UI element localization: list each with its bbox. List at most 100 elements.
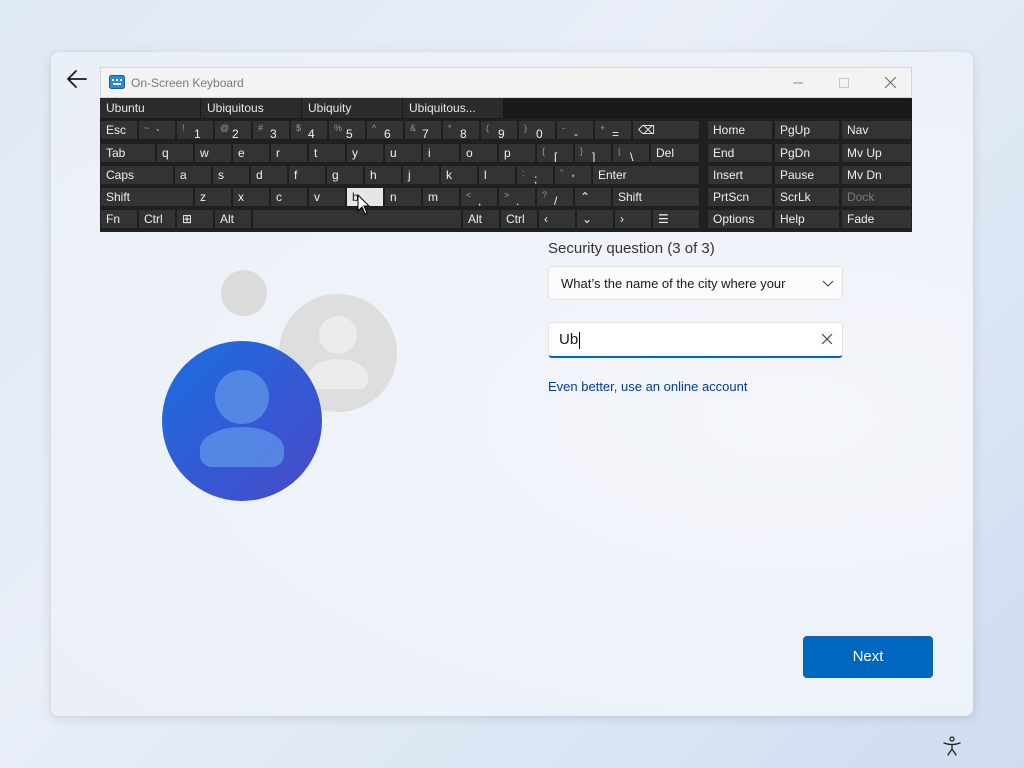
key[interactable]: (9 bbox=[480, 120, 518, 140]
nav-key[interactable]: ScrLk bbox=[774, 187, 840, 207]
nav-key[interactable]: PgDn bbox=[774, 143, 840, 163]
key[interactable]: t bbox=[308, 143, 346, 163]
key[interactable]: z bbox=[194, 187, 232, 207]
key[interactable]: Tab bbox=[100, 143, 156, 163]
key[interactable]: | \ bbox=[612, 143, 650, 163]
key[interactable]: ~ ` bbox=[138, 120, 176, 140]
key-label: ` bbox=[156, 127, 160, 140]
key[interactable]: ‹ bbox=[538, 209, 576, 229]
key[interactable]: Del bbox=[650, 143, 700, 163]
key[interactable]: i bbox=[422, 143, 460, 163]
key[interactable]: ? / bbox=[536, 187, 574, 207]
key[interactable]: :; bbox=[516, 165, 554, 185]
close-button[interactable] bbox=[867, 68, 913, 97]
prediction-4[interactable]: Ubiquitous... bbox=[403, 98, 503, 118]
key[interactable]: ) 0 bbox=[518, 120, 556, 140]
key[interactable]: Enter bbox=[592, 165, 700, 185]
key[interactable]: Alt bbox=[462, 209, 500, 229]
key[interactable]: w bbox=[194, 143, 232, 163]
key[interactable]: s bbox=[212, 165, 250, 185]
nav-key[interactable]: End bbox=[707, 143, 773, 163]
key[interactable]: o bbox=[460, 143, 498, 163]
key[interactable]: ⌫ bbox=[632, 120, 700, 140]
key[interactable]: ⌄ bbox=[576, 209, 614, 229]
key[interactable]: m bbox=[422, 187, 460, 207]
key[interactable]: Shift bbox=[612, 187, 700, 207]
key[interactable]: ⊞ bbox=[176, 209, 214, 229]
key[interactable]: * 8 bbox=[442, 120, 480, 140]
nav-key[interactable]: Pause bbox=[774, 165, 840, 185]
key-label: 6 bbox=[384, 127, 391, 140]
key[interactable]: Fn bbox=[100, 209, 138, 229]
key[interactable]: p bbox=[498, 143, 536, 163]
key[interactable]: n bbox=[384, 187, 422, 207]
nav-key[interactable]: PrtScn bbox=[707, 187, 773, 207]
key[interactable]: & 7 bbox=[404, 120, 442, 140]
nav-key[interactable]: Fade bbox=[841, 209, 912, 229]
key[interactable]: + = bbox=[594, 120, 632, 140]
key[interactable]: q bbox=[156, 143, 194, 163]
key[interactable]: <, bbox=[460, 187, 498, 207]
key[interactable]: % 5 bbox=[328, 120, 366, 140]
key[interactable]: ! 1 bbox=[176, 120, 214, 140]
prediction-3[interactable]: Ubiquity bbox=[302, 98, 402, 118]
key[interactable]: e bbox=[232, 143, 270, 163]
key[interactable]: ⌃ bbox=[574, 187, 612, 207]
key[interactable]: l bbox=[478, 165, 516, 185]
accessibility-icon[interactable] bbox=[941, 735, 963, 757]
nav-key[interactable]: Dock bbox=[841, 187, 912, 207]
key[interactable]: u bbox=[384, 143, 422, 163]
key[interactable]: >. bbox=[498, 187, 536, 207]
minimize-button[interactable] bbox=[775, 68, 821, 97]
key[interactable]: ☰ bbox=[652, 209, 700, 229]
nav-key[interactable]: Help bbox=[774, 209, 840, 229]
osk-titlebar[interactable]: On-Screen Keyboard bbox=[100, 67, 912, 98]
key[interactable]: Esc bbox=[100, 120, 138, 140]
prediction-2[interactable]: Ubiquitous bbox=[201, 98, 301, 118]
key[interactable]: r bbox=[270, 143, 308, 163]
nav-key[interactable]: Home bbox=[707, 120, 773, 140]
key[interactable]: Alt bbox=[214, 209, 252, 229]
nav-key[interactable]: Mv Up bbox=[841, 143, 912, 163]
key[interactable]: {[ bbox=[536, 143, 574, 163]
key[interactable]: @2 bbox=[214, 120, 252, 140]
key-shift-label: ~ bbox=[144, 123, 150, 133]
key[interactable]: #3 bbox=[252, 120, 290, 140]
key[interactable]: d bbox=[250, 165, 288, 185]
nav-key[interactable]: Insert bbox=[707, 165, 773, 185]
maximize-button[interactable] bbox=[821, 68, 867, 97]
nav-key[interactable]: Options bbox=[707, 209, 773, 229]
next-button[interactable]: Next bbox=[803, 636, 933, 678]
key[interactable]: j bbox=[402, 165, 440, 185]
key[interactable]: Ctrl bbox=[138, 209, 176, 229]
key[interactable]: ^ 6 bbox=[366, 120, 404, 140]
clear-icon[interactable] bbox=[820, 332, 834, 346]
key[interactable]: }] bbox=[574, 143, 612, 163]
key[interactable]: Shift bbox=[100, 187, 194, 207]
security-answer-input[interactable]: Ub bbox=[548, 322, 843, 358]
key[interactable]: c bbox=[270, 187, 308, 207]
online-account-link[interactable]: Even better, use an online account bbox=[548, 379, 747, 394]
key-label: 9 bbox=[498, 127, 505, 140]
key[interactable]: " ' bbox=[554, 165, 592, 185]
prediction-1[interactable]: Ubuntu bbox=[100, 98, 200, 118]
nav-key[interactable]: PgUp bbox=[774, 120, 840, 140]
nav-key[interactable]: Nav bbox=[841, 120, 912, 140]
key[interactable]: $4 bbox=[290, 120, 328, 140]
key[interactable]: › bbox=[614, 209, 652, 229]
key[interactable]: y bbox=[346, 143, 384, 163]
key[interactable]: h bbox=[364, 165, 402, 185]
key[interactable]: g bbox=[326, 165, 364, 185]
key[interactable]: Ctrl bbox=[500, 209, 538, 229]
nav-key[interactable]: Mv Dn bbox=[841, 165, 912, 185]
security-question-dropdown[interactable]: What’s the name of the city where your bbox=[548, 266, 843, 300]
key[interactable]: -- bbox=[556, 120, 594, 140]
user-avatar-illustration bbox=[162, 270, 397, 501]
key[interactable]: Caps bbox=[100, 165, 174, 185]
key[interactable]: x bbox=[232, 187, 270, 207]
key[interactable]: k bbox=[440, 165, 478, 185]
back-arrow-icon[interactable] bbox=[64, 66, 90, 92]
key[interactable]: a bbox=[174, 165, 212, 185]
key[interactable]: f bbox=[288, 165, 326, 185]
key[interactable]: v bbox=[308, 187, 346, 207]
